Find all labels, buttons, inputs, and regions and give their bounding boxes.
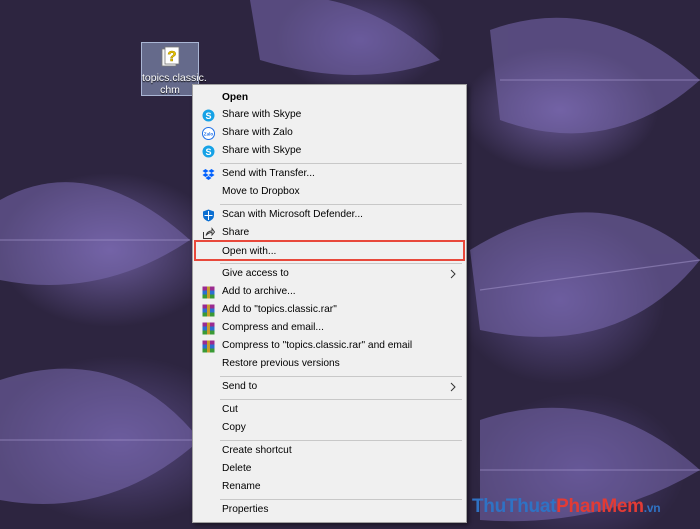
menu-item-label: Cut xyxy=(222,404,238,415)
context-menu: Open S Share with Skype Zalo Share with … xyxy=(192,84,467,523)
svg-text:S: S xyxy=(205,111,211,121)
menu-item-add-to-archive[interactable]: Add to archive... xyxy=(195,283,464,301)
menu-separator xyxy=(220,399,462,400)
dropbox-icon xyxy=(202,169,215,180)
menu-item-cut[interactable]: Cut xyxy=(195,401,464,419)
watermark-part3: .vn xyxy=(643,501,661,515)
menu-item-share-with-skype-2[interactable]: S Share with Skype xyxy=(195,142,464,160)
menu-item-create-shortcut[interactable]: Create shortcut xyxy=(195,442,464,460)
menu-item-copy[interactable]: Copy xyxy=(195,419,464,437)
menu-item-scan-with-defender[interactable]: Scan with Microsoft Defender... xyxy=(195,206,464,224)
menu-item-rename[interactable]: Rename xyxy=(195,478,464,496)
menu-item-properties[interactable]: Properties xyxy=(195,501,464,519)
winrar-icon xyxy=(202,340,215,353)
menu-item-label: Scan with Microsoft Defender... xyxy=(222,209,363,220)
menu-item-restore-previous-versions[interactable]: Restore previous versions xyxy=(195,355,464,373)
menu-item-label: Share with Zalo xyxy=(222,127,293,138)
menu-item-label: Create shortcut xyxy=(222,445,292,456)
menu-item-label: Share with Skype xyxy=(222,145,302,156)
svg-text:?: ? xyxy=(167,48,176,65)
chevron-right-icon xyxy=(450,269,456,279)
watermark-part2: PhanMem xyxy=(556,496,644,517)
menu-item-label: Add to "topics.classic.rar" xyxy=(222,304,337,315)
menu-item-label: Copy xyxy=(222,422,246,433)
menu-item-compress-and-email[interactable]: Compress and email... xyxy=(195,319,464,337)
menu-item-label: Properties xyxy=(222,504,269,515)
desktop-file-topics-classic-chm[interactable]: ? topics.classic. chm xyxy=(141,42,207,96)
defender-shield-icon xyxy=(203,209,214,222)
menu-item-compress-to-rar-and-email[interactable]: Compress to "topics.classic.rar" and ema… xyxy=(195,337,464,355)
menu-item-send-to[interactable]: Send to xyxy=(195,378,464,396)
winrar-icon xyxy=(202,286,215,299)
skype-icon: S xyxy=(202,145,215,158)
share-icon xyxy=(203,227,215,239)
file-name-line1: topics.classic. xyxy=(142,72,207,84)
menu-item-label: Move to Dropbox xyxy=(222,186,300,197)
chm-help-icon: ? xyxy=(161,46,180,67)
menu-item-label: Add to archive... xyxy=(222,286,296,297)
menu-item-send-with-transfer[interactable]: Send with Transfer... xyxy=(195,165,464,183)
watermark-part1: ThuThuat xyxy=(472,496,557,517)
svg-text:Zalo: Zalo xyxy=(204,132,214,137)
menu-item-label: Open xyxy=(222,92,249,103)
menu-item-share-with-skype[interactable]: S Share with Skype xyxy=(195,106,464,124)
menu-separator xyxy=(220,440,462,441)
skype-icon: S xyxy=(202,109,215,122)
winrar-icon xyxy=(202,304,215,317)
winrar-icon xyxy=(202,322,215,335)
menu-item-move-to-dropbox[interactable]: Move to Dropbox xyxy=(195,183,464,201)
menu-item-label: Give access to xyxy=(222,268,289,279)
menu-item-label: Share with Skype xyxy=(222,109,302,120)
menu-separator xyxy=(220,163,462,164)
menu-item-label: Restore previous versions xyxy=(222,358,340,369)
menu-item-label: Delete xyxy=(222,463,252,474)
menu-item-label: Send to xyxy=(222,381,258,392)
menu-item-give-access-to[interactable]: Give access to xyxy=(195,265,464,283)
open-with-highlight-box xyxy=(194,240,465,261)
menu-separator xyxy=(220,376,462,377)
site-watermark: ThuThuatPhanMem.vn xyxy=(472,496,661,518)
menu-item-label: Rename xyxy=(222,481,261,492)
zalo-icon: Zalo xyxy=(202,127,215,140)
menu-item-delete[interactable]: Delete xyxy=(195,460,464,478)
menu-item-add-to-rar[interactable]: Add to "topics.classic.rar" xyxy=(195,301,464,319)
chevron-right-icon xyxy=(450,382,456,392)
svg-text:S: S xyxy=(205,147,211,157)
file-name-line2: chm xyxy=(160,84,180,96)
menu-item-label: Compress and email... xyxy=(222,322,324,333)
file-name-label: topics.classic. chm xyxy=(142,72,207,96)
menu-separator xyxy=(220,499,462,500)
menu-item-open[interactable]: Open xyxy=(195,89,464,107)
menu-item-label: Send with Transfer... xyxy=(222,168,315,179)
menu-separator xyxy=(220,204,462,205)
menu-item-label: Compress to "topics.classic.rar" and ema… xyxy=(222,340,413,351)
menu-item-share-with-zalo[interactable]: Zalo Share with Zalo xyxy=(195,124,464,142)
menu-separator xyxy=(220,263,462,264)
